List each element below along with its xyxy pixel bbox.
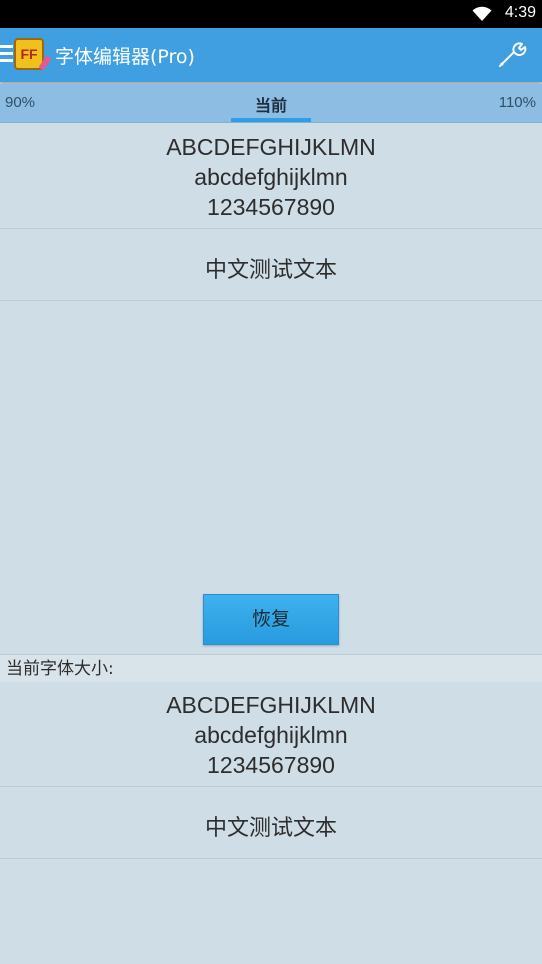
restore-button[interactable]: 恢复 <box>203 594 339 645</box>
menu-icon[interactable] <box>0 45 14 65</box>
divider <box>0 858 542 859</box>
font-size-tabs: 90% 当前 110% <box>0 84 542 123</box>
app-bar: FF 字体编辑器(Pro) <box>0 28 542 82</box>
status-time: 4:39 <box>504 4 536 21</box>
wifi-icon <box>472 6 492 21</box>
tab-current[interactable]: 当前 <box>232 92 310 116</box>
preview-uppercase: ABCDEFGHIJKLMN <box>166 134 376 160</box>
preview-digits: 1234567890 <box>207 194 335 220</box>
divider <box>0 786 542 787</box>
wrench-icon[interactable] <box>496 40 528 70</box>
current-preview-chinese: 中文测试文本 <box>204 816 337 841</box>
current-preview-uppercase: ABCDEFGHIJKLMN <box>166 692 376 718</box>
preview-lowercase: abcdefghijklmn <box>194 164 348 190</box>
app-title: 字体编辑器(Pro) <box>55 46 195 68</box>
tab-110-percent[interactable]: 110% <box>499 94 536 111</box>
tab-indicator <box>231 118 311 122</box>
current-size-label: 当前字体大小: <box>0 654 542 682</box>
divider <box>0 300 542 301</box>
divider <box>0 228 542 229</box>
current-preview-lowercase: abcdefghijklmn <box>194 722 348 748</box>
current-preview-digits: 1234567890 <box>207 752 335 778</box>
tab-90-percent[interactable]: 90% <box>5 94 35 111</box>
font-editor-logo-icon[interactable]: FF <box>14 38 52 71</box>
status-bar: 4:39 <box>0 0 542 28</box>
preview-chinese: 中文测试文本 <box>204 258 337 283</box>
